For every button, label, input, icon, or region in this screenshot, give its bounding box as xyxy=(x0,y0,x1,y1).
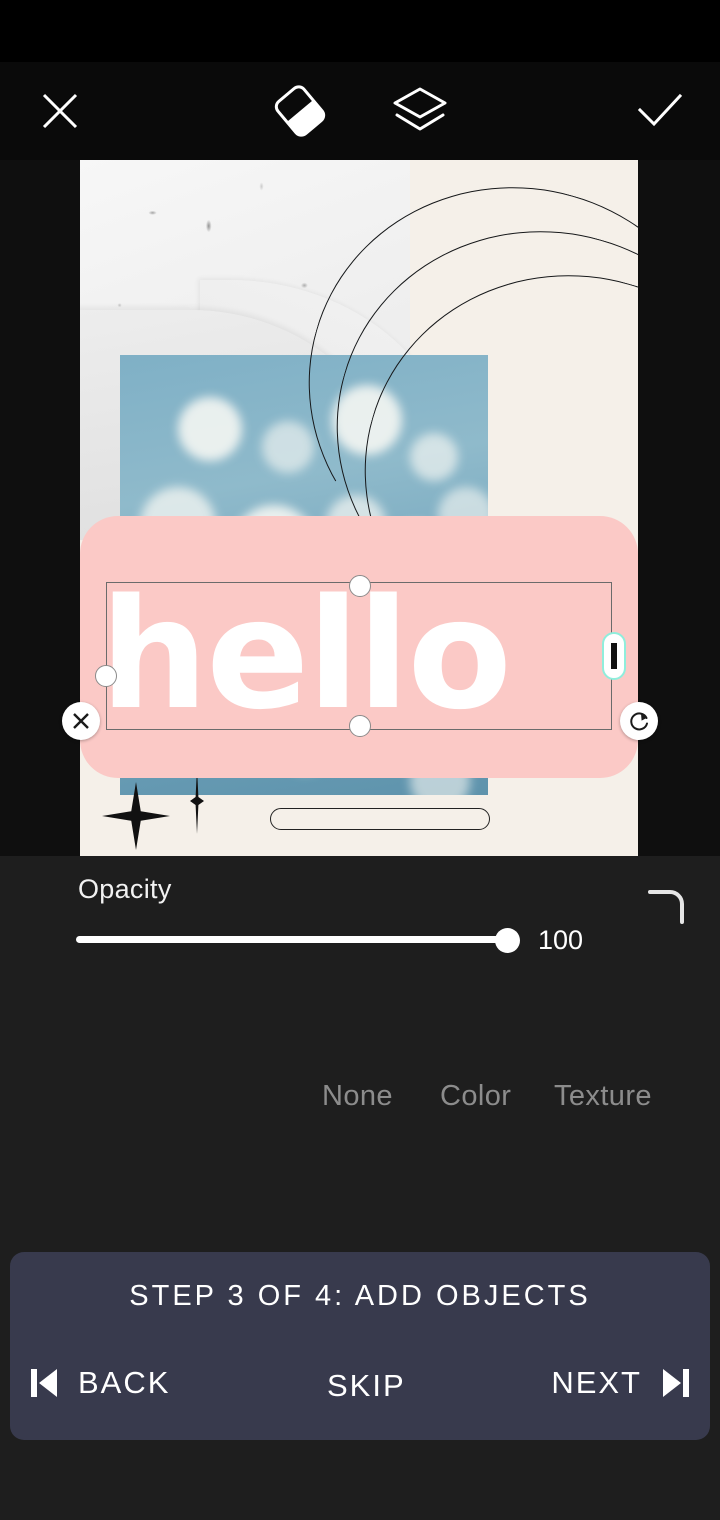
top-toolbar xyxy=(0,62,720,160)
eraser-icon xyxy=(274,85,326,137)
fill-mode-texture[interactable]: Texture xyxy=(554,1080,652,1113)
tutorial-back-button[interactable]: BACK xyxy=(28,1365,170,1401)
corner-radius-icon xyxy=(648,890,684,924)
android-nav-bar xyxy=(0,1440,720,1520)
canvas-area[interactable]: hello xyxy=(0,160,720,929)
layers-button[interactable] xyxy=(388,79,452,143)
rotate-icon xyxy=(630,712,648,731)
selection-bounding-box xyxy=(106,582,612,730)
tutorial-skip-button[interactable]: SKIP xyxy=(327,1368,406,1404)
confirm-button[interactable] xyxy=(628,79,692,143)
fill-mode-none[interactable]: None xyxy=(322,1080,393,1113)
opacity-label: Opacity xyxy=(78,874,172,904)
tutorial-step-title: STEP 3 OF 4: ADD OBJECTS xyxy=(129,1280,591,1312)
pill-outline-shape xyxy=(270,808,490,830)
corner-radius-button[interactable] xyxy=(644,884,690,928)
resize-handle-top[interactable] xyxy=(349,575,371,597)
app-root: hello Opacity 100 None Color Texture STE… xyxy=(0,0,720,1520)
resize-handle-bottom[interactable] xyxy=(349,715,371,737)
design-canvas[interactable]: hello xyxy=(80,160,638,856)
status-bar xyxy=(0,0,720,62)
text-cursor-handle[interactable] xyxy=(602,632,626,680)
rotate-object-handle[interactable] xyxy=(620,702,658,740)
close-x-icon xyxy=(42,93,78,129)
close-button[interactable] xyxy=(28,79,92,143)
resize-handle-left[interactable] xyxy=(95,665,117,687)
fill-mode-row[interactable]: None Color Texture xyxy=(0,1080,720,1124)
skip-next-icon xyxy=(663,1369,689,1397)
eraser-button[interactable] xyxy=(268,79,332,143)
fill-mode-color[interactable]: Color xyxy=(440,1080,511,1113)
tutorial-next-button[interactable]: NEXT xyxy=(551,1365,692,1401)
opacity-slider-track[interactable] xyxy=(76,936,518,943)
color-swatch-row[interactable] xyxy=(0,970,720,1060)
checkmark-icon xyxy=(637,93,683,127)
tutorial-back-label: BACK xyxy=(78,1365,171,1400)
delete-object-handle[interactable] xyxy=(62,702,100,740)
opacity-value: 100 xyxy=(538,925,584,955)
tutorial-next-label: NEXT xyxy=(551,1365,642,1400)
opacity-slider-knob[interactable] xyxy=(495,928,520,953)
text-tool-row[interactable]: Aa Font Color T Highlight xyxy=(0,1150,720,1255)
close-x-icon xyxy=(73,713,89,729)
skip-previous-icon xyxy=(31,1369,57,1397)
layers-icon xyxy=(393,87,447,131)
